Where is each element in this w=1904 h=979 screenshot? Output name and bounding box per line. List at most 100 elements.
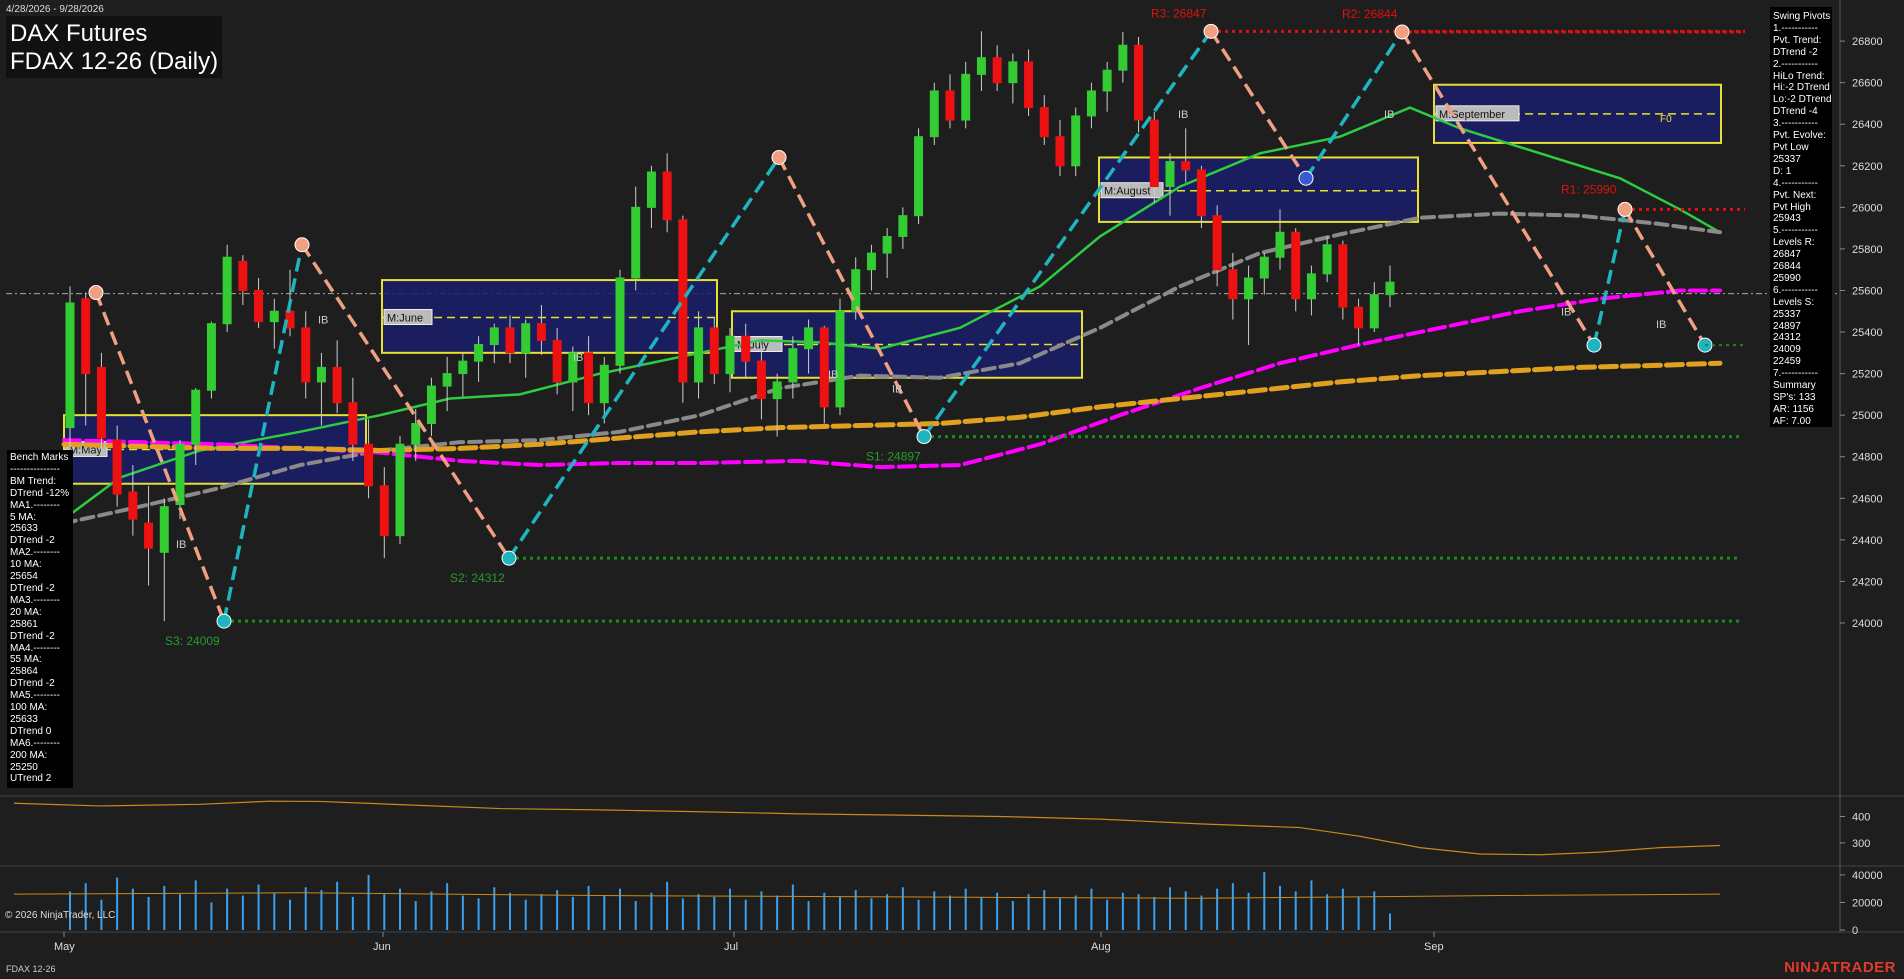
oscillator-axis-label: 300: [1852, 838, 1870, 850]
candle-body: [709, 327, 719, 375]
benchmark-line: 25654: [10, 571, 38, 583]
candle-body: [1306, 273, 1316, 300]
candle-body: [1134, 44, 1144, 121]
swing-pivot-line: AR: 1156: [1773, 403, 1814, 415]
footer-symbol: FDAX 12-26: [6, 964, 56, 974]
candle-body: [1071, 115, 1081, 167]
monthly-box-label: M:June: [387, 312, 423, 324]
benchmark-line: UTrend 2: [10, 773, 52, 785]
swing-up-leg: [1304, 30, 1404, 180]
ib-label: IB: [1384, 109, 1394, 121]
price-axis-label: 25000: [1852, 410, 1883, 422]
ib-label: IB: [176, 539, 186, 551]
candle-body: [1102, 69, 1112, 92]
candle-body: [662, 171, 672, 221]
chart-title-contract: FDAX 12-26 (Daily): [10, 48, 219, 75]
ib-label: IB: [892, 383, 902, 395]
price-axis-label: 26600: [1852, 78, 1883, 90]
benchmark-line: DTrend -2: [10, 582, 55, 594]
candle-body: [851, 269, 861, 312]
swing-pivot-line: 6.-----------: [1773, 284, 1818, 296]
candle-body: [646, 171, 656, 208]
price-axis-label: 25800: [1852, 244, 1883, 256]
candle-body: [175, 443, 185, 506]
benchmark-line: MA5.--------: [10, 690, 60, 702]
candle-body: [992, 57, 1002, 84]
benchmarks-panel: Bench Marks --------------- BM Trend: DTren…: [7, 450, 73, 788]
candle-body: [835, 310, 845, 408]
monthly-box-label: M:August: [1104, 186, 1150, 198]
swing-pivot-line: 24312: [1773, 332, 1801, 344]
candle-body: [552, 339, 562, 383]
benchmark-line: DTrend -12%: [10, 487, 70, 499]
candle-body: [96, 366, 106, 439]
candle-body: [81, 298, 91, 375]
benchmark-line: 25861: [10, 618, 38, 630]
candle-body: [505, 327, 515, 354]
resistance-label: R2: 26844: [1342, 7, 1398, 21]
swing-pivot-line: Pvt. Evolve:: [1773, 130, 1826, 142]
swing-pivot-line: DTrend -4: [1773, 106, 1818, 118]
benchmark-line: DTrend -2: [10, 678, 55, 690]
swing-pivot-line: 3.-----------: [1773, 118, 1818, 130]
candle-body: [961, 73, 971, 121]
volume-axis-label: 20000: [1852, 897, 1883, 909]
candle-body: [65, 302, 75, 429]
time-axis-label: Jun: [373, 941, 391, 953]
candle-body: [379, 485, 389, 537]
swing-pivot-line: 22459: [1773, 356, 1801, 368]
swing-pivot-line: 25337: [1773, 153, 1801, 165]
price-axis-label: 24600: [1852, 493, 1883, 505]
oscillator-axis-label: 400: [1852, 811, 1870, 823]
candle-body: [1291, 231, 1301, 300]
candle-body: [741, 335, 751, 362]
volume-axis-label: 0: [1852, 925, 1858, 937]
benchmark-line: MA3.--------: [10, 594, 60, 606]
swing-pivot-line: AF: 7.00: [1773, 415, 1811, 427]
candle-body: [929, 90, 939, 138]
benchmark-line: MA6.--------: [10, 737, 60, 749]
swing-pivot-line: Pvt Low: [1773, 141, 1809, 153]
candle-body: [348, 402, 358, 445]
ib-label: IB: [318, 315, 328, 327]
benchmark-line: DTrend -2: [10, 630, 55, 642]
time-axis-label: Aug: [1091, 941, 1111, 953]
candle-body: [128, 491, 138, 520]
price-axis-label: 25400: [1852, 327, 1883, 339]
swing-pivot-line: 25943: [1773, 213, 1801, 225]
benchmark-line: 200 MA:: [10, 749, 48, 761]
benchmark-line: 25633: [10, 523, 38, 535]
candle-body: [599, 364, 609, 404]
candle-body: [112, 439, 122, 495]
candle-body: [206, 323, 216, 391]
benchmark-line: 20 MA:: [10, 606, 42, 618]
chart-canvas[interactable]: 24000 24200 24400 24600 24800 25000 25200 25400…: [0, 0, 1904, 979]
benchmark-line: DTrend -2: [10, 535, 55, 547]
benchmark-line: 55 MA:: [10, 654, 42, 666]
swing-pivot-line: 24897: [1773, 320, 1801, 332]
benchmark-line: 10 MA:: [10, 559, 42, 571]
price-axis-label: 25600: [1852, 285, 1883, 297]
candle-body: [1228, 269, 1238, 300]
candle-body: [615, 277, 625, 366]
candle-body: [1212, 215, 1222, 271]
swing-high-marker: [1394, 24, 1410, 40]
benchmark-line: 100 MA:: [10, 702, 48, 714]
swing-high-marker: [1617, 201, 1633, 217]
candle-body: [804, 327, 814, 350]
resistance-label: R1: 25990: [1561, 182, 1617, 196]
candle-body: [159, 506, 169, 553]
swing-pivot-line: Swing Pivots: [1773, 11, 1831, 22]
ib-label: IB: [1178, 109, 1188, 121]
support-label: S1: 24897: [866, 450, 921, 464]
swing-low-marker: [216, 613, 232, 629]
candle-body: [725, 335, 735, 375]
swing-pivot-line: 24009: [1773, 344, 1801, 356]
price-axis-label: 26200: [1852, 161, 1883, 173]
support-label: S2: 24312: [450, 571, 505, 585]
candle-body: [1149, 119, 1159, 188]
candle-body: [144, 522, 154, 549]
price-axis-label: 24400: [1852, 535, 1883, 547]
benchmark-line: ---------------: [10, 463, 60, 475]
candle-body: [301, 327, 311, 383]
